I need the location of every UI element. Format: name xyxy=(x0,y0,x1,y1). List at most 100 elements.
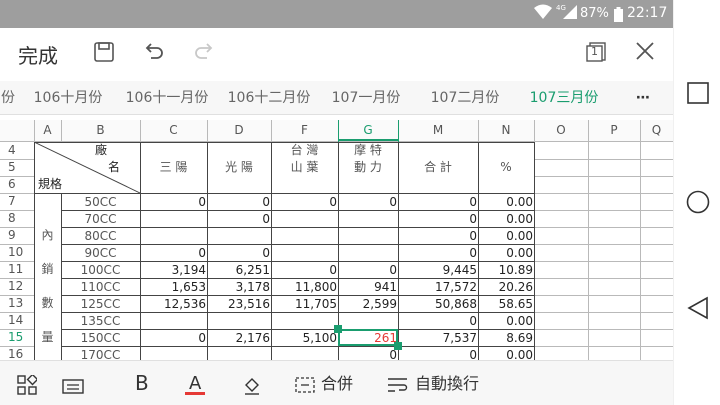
cell-c[interactable] xyxy=(140,211,206,228)
cell-m[interactable]: 7,537 xyxy=(398,330,477,347)
cell-g[interactable]: 0 xyxy=(338,194,397,211)
cell-f[interactable] xyxy=(271,347,337,360)
cell-f[interactable]: 0 xyxy=(271,194,337,211)
row-header-5[interactable]: 5 xyxy=(8,159,34,176)
cell-d[interactable]: 0 xyxy=(207,245,270,262)
cell-n[interactable]: 0.00 xyxy=(478,347,533,360)
font-color-icon[interactable]: A xyxy=(189,361,201,405)
bold-button[interactable]: B xyxy=(135,361,149,405)
row-header-13[interactable]: 13 xyxy=(8,295,34,312)
cell-c[interactable]: 0 xyxy=(140,245,206,262)
cell-d[interactable] xyxy=(207,228,270,245)
cell-g[interactable]: 0 xyxy=(338,262,397,279)
tab-0[interactable]: 份 xyxy=(0,81,16,115)
fill-color-icon[interactable] xyxy=(242,361,262,405)
cell-d[interactable]: 0 xyxy=(207,211,270,228)
back-icon[interactable] xyxy=(674,296,720,324)
row-header-9[interactable]: 9 xyxy=(8,227,34,244)
cell-g[interactable] xyxy=(338,211,397,228)
cell-f[interactable]: 0 xyxy=(271,262,337,279)
cell-m[interactable]: 0 xyxy=(398,245,477,262)
cell-f[interactable] xyxy=(271,313,337,330)
tab-6-active[interactable]: 107三月份 xyxy=(515,81,613,115)
cell-g[interactable]: 0 xyxy=(338,347,397,360)
cell-n[interactable]: 0.00 xyxy=(478,245,533,262)
cell-g[interactable] xyxy=(338,313,397,330)
column-header-n[interactable]: N xyxy=(478,122,534,139)
cell-f[interactable]: 5,100 xyxy=(271,330,337,347)
column-header-a[interactable]: A xyxy=(34,122,61,139)
spec-cell[interactable]: 80CC xyxy=(61,228,140,245)
column-header-b[interactable]: B xyxy=(61,122,140,139)
spec-cell[interactable]: 90CC xyxy=(61,245,140,262)
row-header-4[interactable]: 4 xyxy=(8,142,34,159)
cell-n[interactable]: 0.00 xyxy=(478,313,533,330)
cell-n[interactable]: 10.89 xyxy=(478,262,533,279)
tab-3[interactable]: 106十二月份 xyxy=(220,81,318,115)
cell-f[interactable]: 11,705 xyxy=(271,296,337,313)
merge-icon[interactable] xyxy=(295,361,315,405)
cell-c[interactable]: 3,194 xyxy=(140,262,206,279)
spec-cell[interactable]: 170CC xyxy=(61,347,140,360)
cell-n[interactable]: 0.00 xyxy=(478,228,533,245)
cell-m[interactable]: 0 xyxy=(398,211,477,228)
spec-cell[interactable]: 150CC xyxy=(61,330,140,347)
cell-d[interactable]: 3,178 xyxy=(207,279,270,296)
undo-icon[interactable] xyxy=(143,41,165,67)
column-header-q[interactable]: Q xyxy=(640,122,673,139)
row-header-6[interactable]: 6 xyxy=(8,176,34,193)
spec-cell[interactable]: 100CC xyxy=(61,262,140,279)
cell-d[interactable]: 23,516 xyxy=(207,296,270,313)
row-header-7[interactable]: 7 xyxy=(8,193,34,210)
cell-c[interactable] xyxy=(140,347,206,360)
recent-apps-icon[interactable] xyxy=(674,82,720,108)
cell-c[interactable]: 0 xyxy=(140,194,206,211)
column-header-c[interactable]: C xyxy=(140,122,207,139)
cell-f[interactable] xyxy=(271,211,337,228)
cell-c[interactable] xyxy=(140,313,206,330)
cell-m[interactable]: 0 xyxy=(398,313,477,330)
cell-n[interactable]: 0.00 xyxy=(478,211,533,228)
cell-m[interactable]: 17,572 xyxy=(398,279,477,296)
cell-m[interactable]: 9,445 xyxy=(398,262,477,279)
spec-cell[interactable]: 110CC xyxy=(61,279,140,296)
cell-m[interactable]: 0 xyxy=(398,228,477,245)
cell-n[interactable]: 20.26 xyxy=(478,279,533,296)
cell-f[interactable] xyxy=(271,228,337,245)
close-icon[interactable] xyxy=(635,41,655,65)
merge-label[interactable]: 合併 xyxy=(321,361,353,405)
apps-icon[interactable] xyxy=(17,361,39,405)
row-header-10[interactable]: 10 xyxy=(8,244,34,261)
cell-n[interactable]: 8.69 xyxy=(478,330,533,347)
home-icon[interactable] xyxy=(674,190,720,218)
spec-cell[interactable]: 50CC xyxy=(61,194,140,211)
keyboard-icon[interactable] xyxy=(62,361,84,405)
row-header-8[interactable]: 8 xyxy=(8,210,34,227)
cell-m[interactable]: 0 xyxy=(398,347,477,360)
column-header-m[interactable]: M xyxy=(398,122,478,139)
cell-d[interactable] xyxy=(207,313,270,330)
redo-icon[interactable] xyxy=(193,41,215,67)
cell-c[interactable]: 1,653 xyxy=(140,279,206,296)
cell-g[interactable] xyxy=(338,245,397,262)
cell-g[interactable] xyxy=(338,228,397,245)
cell-c[interactable]: 0 xyxy=(140,330,206,347)
cell-m[interactable]: 0 xyxy=(398,194,477,211)
done-button[interactable]: 完成 xyxy=(18,40,58,69)
tab-2[interactable]: 106十一月份 xyxy=(117,81,217,115)
spec-cell[interactable]: 70CC xyxy=(61,211,140,228)
cell-n[interactable]: 0.00 xyxy=(478,194,533,211)
cell-d[interactable] xyxy=(207,347,270,360)
more-tabs-icon[interactable]: ⋯ xyxy=(628,81,658,115)
column-header-o[interactable]: O xyxy=(534,122,588,139)
spec-cell[interactable]: 125CC xyxy=(61,296,140,313)
cell-n[interactable]: 58.65 xyxy=(478,296,533,313)
column-header-f[interactable]: F xyxy=(271,122,338,139)
cell-g[interactable]: 261 xyxy=(338,330,397,347)
row-header-16[interactable]: 16 xyxy=(8,346,34,360)
cell-c[interactable] xyxy=(140,228,206,245)
row-header-12[interactable]: 12 xyxy=(8,278,34,295)
wrap-text-label[interactable]: 自動換行 xyxy=(415,361,479,405)
tab-5[interactable]: 107二月份 xyxy=(420,81,510,115)
cell-d[interactable]: 6,251 xyxy=(207,262,270,279)
